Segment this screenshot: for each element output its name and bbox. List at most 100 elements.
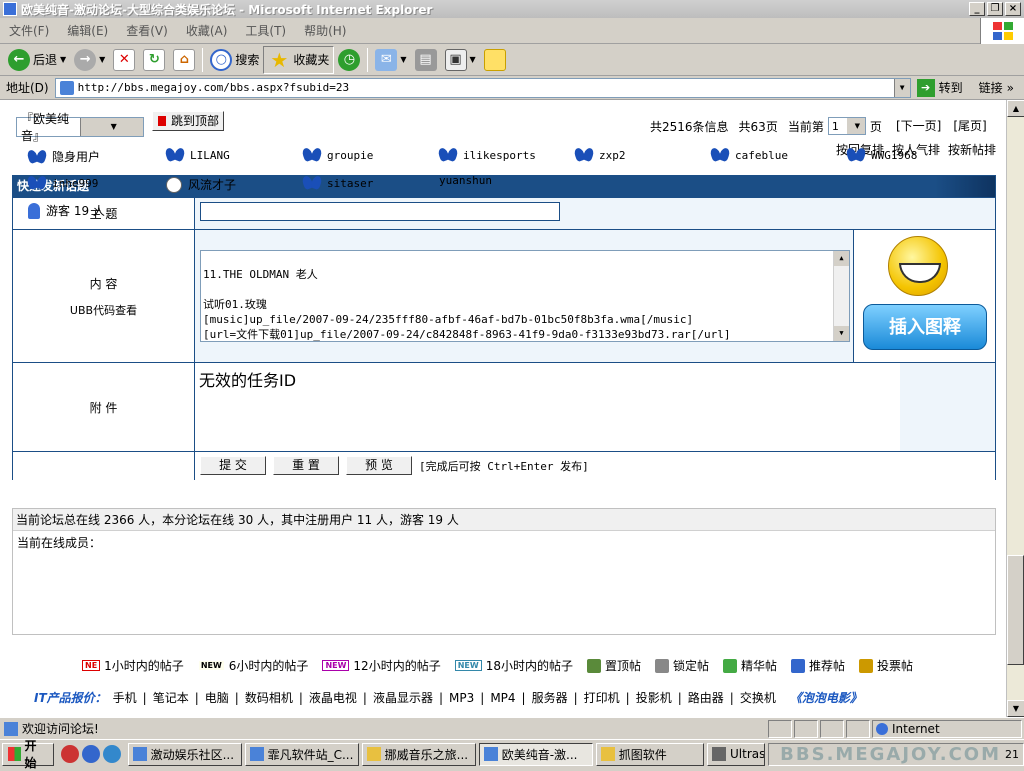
globe-icon xyxy=(876,722,888,735)
online-members-label: 当前在线成员： xyxy=(17,536,102,550)
address-dropdown-icon[interactable]: ▼ xyxy=(893,78,910,97)
it-link[interactable]: 服务器 xyxy=(532,689,568,706)
go-arrow-icon: ➔ xyxy=(916,78,935,97)
menu-edit[interactable]: 编辑(E) xyxy=(58,22,117,39)
menu-tools[interactable]: 工具(T) xyxy=(236,22,295,39)
form-title: 快速发新话题 xyxy=(13,176,995,197)
scroll-up-icon[interactable]: ▲ xyxy=(1007,100,1024,117)
scroll-up-icon[interactable]: ▲ xyxy=(834,251,849,266)
quicklaunch-icon[interactable] xyxy=(81,745,100,763)
next-page-link[interactable]: [下一页] xyxy=(896,117,941,134)
member-item[interactable]: sitaser xyxy=(303,176,373,190)
favorites-button[interactable]: ★ 收藏夹 xyxy=(263,45,335,74)
it-link[interactable]: 打印机 xyxy=(584,689,620,706)
scroll-down-icon[interactable]: ▼ xyxy=(834,326,849,341)
member-item[interactable]: 隐身用户 xyxy=(28,148,100,165)
it-link[interactable]: 液晶显示器 xyxy=(373,689,433,706)
member-item[interactable]: WWG1968 xyxy=(847,148,917,162)
go-button[interactable]: ➔ 转到 xyxy=(916,78,963,97)
forum-selector[interactable]: 『欧美纯音』 ▼ xyxy=(16,112,144,143)
taskbar-item[interactable]: 抓图软件 xyxy=(595,742,705,766)
chevron-down-icon: ▼ xyxy=(79,118,143,136)
close-button[interactable]: × xyxy=(1005,2,1021,16)
member-item[interactable]: inhe999 xyxy=(28,176,98,190)
paopao-movie-link[interactable]: 《泡泡电影》 xyxy=(790,689,862,706)
member-item[interactable]: cafeblue xyxy=(711,148,788,162)
home-icon: ⌂ xyxy=(173,48,196,71)
home-button[interactable]: ⌂ xyxy=(169,46,199,74)
member-item[interactable]: LILANG xyxy=(166,148,230,162)
it-link[interactable]: 笔记本 xyxy=(153,689,189,706)
menu-favorites[interactable]: 收藏(A) xyxy=(177,22,237,39)
refresh-button[interactable]: ↻ xyxy=(139,46,169,74)
window-title: 欧美纯音-激动论坛-大型综合类娱乐论坛 - Microsoft Internet… xyxy=(21,2,433,17)
ie-icon xyxy=(249,747,264,761)
it-price-label: IT产品报价： xyxy=(34,691,107,705)
scroll-down-icon[interactable]: ▼ xyxy=(1007,700,1024,717)
last-page-link[interactable]: [尾页] xyxy=(953,117,986,134)
ie-icon xyxy=(3,2,17,16)
toolbar: ← 后退 ▼ → ▼ ✕ ↻ ⌂ ○ 搜索 ★ 收藏夹 ◷ ✉ ▼ ▤ ▣ ▼ xyxy=(0,44,1024,76)
submit-button[interactable]: 提 交 xyxy=(200,456,266,475)
member-item[interactable]: groupie xyxy=(303,148,373,162)
ubb-code-link[interactable]: UBB代码查看 xyxy=(70,302,137,318)
app-icon xyxy=(712,747,727,761)
attach-label: 附 件 xyxy=(89,400,118,415)
links-chevron-icon[interactable]: » xyxy=(1007,81,1014,95)
minimize-button[interactable]: _ xyxy=(969,2,985,16)
textarea-scrollbar[interactable]: ▲ ▼ xyxy=(833,251,849,341)
it-link[interactable]: MP4 xyxy=(490,691,515,705)
search-button[interactable]: ○ 搜索 xyxy=(206,46,263,74)
member-item[interactable]: yuanshun xyxy=(439,174,492,187)
it-link[interactable]: 手机 xyxy=(113,689,137,706)
taskbar-item[interactable]: 挪威音乐之旅... xyxy=(361,742,476,766)
it-link[interactable]: 交换机 xyxy=(740,689,776,706)
it-link[interactable]: 投影机 xyxy=(636,689,672,706)
edit-button[interactable]: ▣ ▼ xyxy=(441,46,480,74)
page-content: 『欧美纯音』 ▼ 跳到顶部 共2516条信息 共63页 当前第 1 ▼ 页 [下一… xyxy=(0,100,1006,717)
back-button[interactable]: ← 后退 ▼ xyxy=(4,46,70,74)
butterfly-icon xyxy=(28,150,46,164)
links-button[interactable]: 链接 xyxy=(979,79,1003,96)
start-button[interactable]: 开始 xyxy=(2,739,54,770)
menu-bar: 文件(F) 编辑(E) 查看(V) 收藏(A) 工具(T) 帮助(H) xyxy=(0,18,1024,44)
menu-view[interactable]: 查看(V) xyxy=(117,22,177,39)
page-scrollbar[interactable]: ▲ ▼ xyxy=(1006,100,1024,717)
ie-icon[interactable] xyxy=(102,745,121,763)
preview-button[interactable]: 预 览 xyxy=(346,456,412,475)
it-link[interactable]: 液晶电视 xyxy=(309,689,357,706)
member-item[interactable]: ilikesports xyxy=(439,148,536,162)
member-item[interactable]: 风流才子 xyxy=(166,176,236,193)
lock-icon xyxy=(654,658,669,673)
stop-button[interactable]: ✕ xyxy=(109,46,139,74)
it-link[interactable]: 路由器 xyxy=(688,689,724,706)
reset-button[interactable]: 重 置 xyxy=(273,456,339,475)
taskbar-item[interactable]: 霏凡软件站_C... xyxy=(244,742,359,766)
messenger-button[interactable] xyxy=(480,46,510,74)
history-button[interactable]: ◷ xyxy=(334,46,364,74)
restore-button[interactable]: ❐ xyxy=(987,2,1003,16)
forward-button[interactable]: → ▼ xyxy=(70,46,109,74)
address-input[interactable]: http://bbs.megajoy.com/bbs.aspx?fsubid=2… xyxy=(54,77,911,98)
taskbar-item[interactable]: 激动娱乐社区... xyxy=(127,742,242,766)
stop-icon: ✕ xyxy=(113,48,136,71)
page-select[interactable]: 1 ▼ xyxy=(827,117,866,135)
insert-emoticon-button[interactable]: 插入图释 xyxy=(863,304,987,350)
sort-by-new-link[interactable]: 按新帖排 xyxy=(948,141,996,158)
it-link[interactable]: MP3 xyxy=(449,691,474,705)
mail-button[interactable]: ✉ ▼ xyxy=(371,46,410,74)
taskbar-item-active[interactable]: 欧美纯音-激... xyxy=(478,742,593,766)
jump-top-button[interactable]: 跳到顶部 xyxy=(152,111,225,131)
subject-input[interactable] xyxy=(200,202,560,221)
member-item[interactable]: zxp2 xyxy=(575,148,626,162)
it-link[interactable]: 数码相机 xyxy=(245,689,293,706)
taskbar-item[interactable]: Ultras... xyxy=(707,742,766,766)
scroll-thumb[interactable] xyxy=(1007,555,1024,665)
menu-help[interactable]: 帮助(H) xyxy=(295,22,355,39)
quicklaunch-icon[interactable] xyxy=(60,745,79,763)
folder-icon xyxy=(366,747,381,761)
menu-file[interactable]: 文件(F) xyxy=(0,22,58,39)
it-link[interactable]: 电脑 xyxy=(205,689,229,706)
print-button[interactable]: ▤ xyxy=(411,46,441,74)
content-textarea[interactable]: 11.THE OLDMAN 老人 试听01.玫瑰 [music]up_file/… xyxy=(200,250,850,342)
